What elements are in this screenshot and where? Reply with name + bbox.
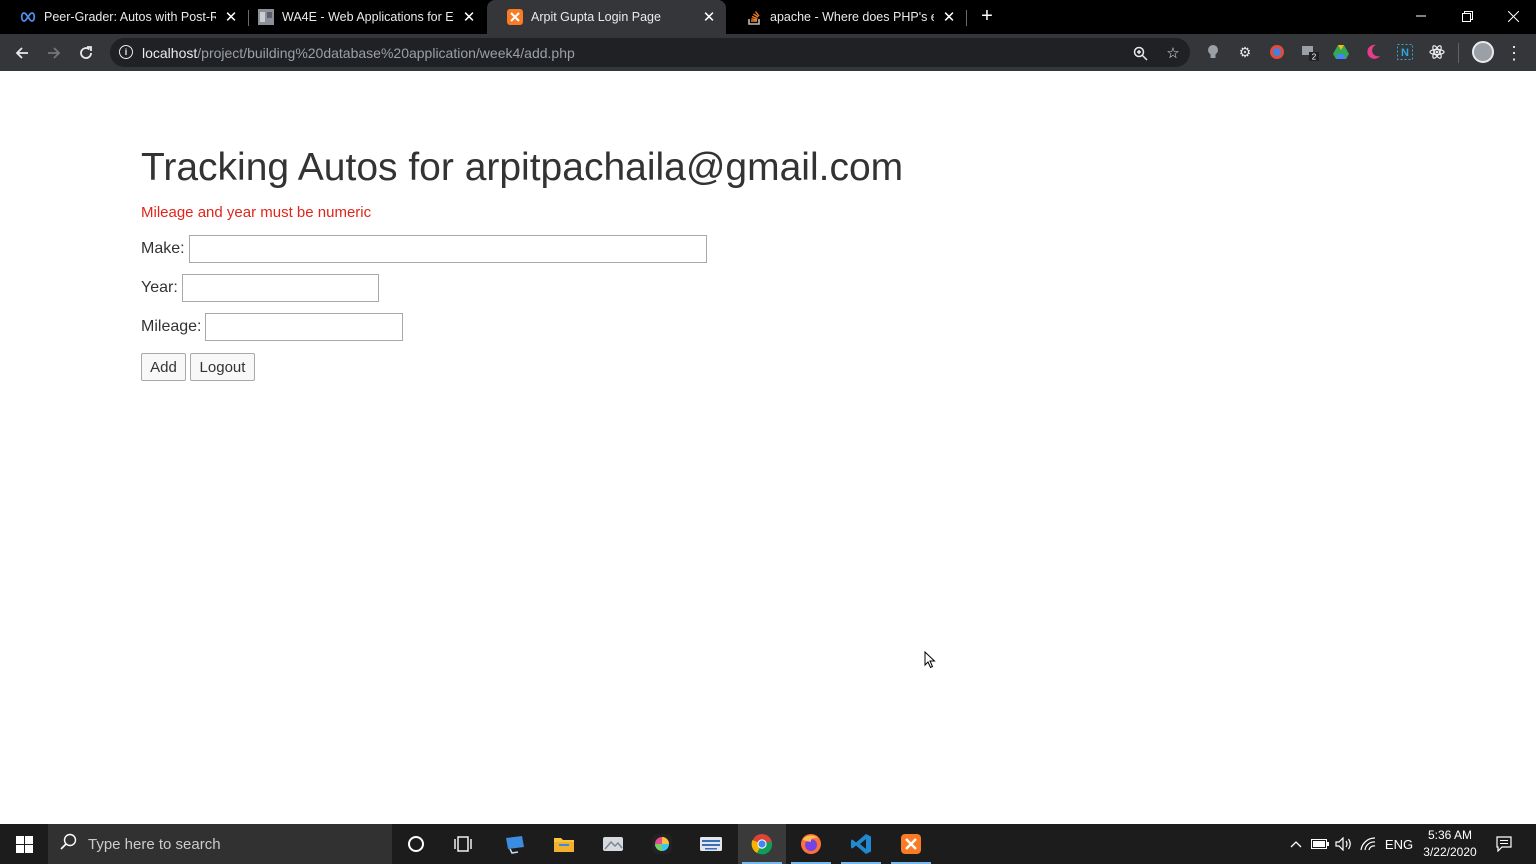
tab-peer-grader[interactable]: Peer-Grader: Autos with Post-Rec ✕ bbox=[0, 0, 248, 34]
chrome-taskbar-icon[interactable] bbox=[738, 824, 786, 864]
forward-button[interactable] bbox=[41, 40, 67, 66]
search-placeholder: Type here to search bbox=[88, 835, 221, 853]
tab-wa4e[interactable]: WA4E - Web Applications for Eve ✕ bbox=[238, 0, 486, 34]
add-button[interactable]: Add bbox=[141, 353, 186, 381]
volume-icon[interactable] bbox=[1334, 824, 1354, 864]
profile-avatar[interactable] bbox=[1472, 41, 1494, 63]
search-icon bbox=[60, 833, 80, 855]
task-view-icon[interactable] bbox=[440, 824, 488, 864]
battery-icon[interactable] bbox=[1310, 824, 1330, 864]
photos-app-icon[interactable] bbox=[589, 824, 637, 864]
make-input[interactable] bbox=[188, 235, 707, 263]
google-drive-extension-icon[interactable] bbox=[1331, 42, 1351, 62]
coursera-infinity-icon bbox=[20, 9, 36, 25]
lightbulb-extension-icon[interactable] bbox=[1203, 42, 1223, 62]
close-window-button[interactable] bbox=[1490, 0, 1536, 32]
tab-title: Arpit Gupta Login Page bbox=[531, 10, 661, 24]
cortana-icon[interactable] bbox=[392, 824, 440, 864]
mileage-row: Mileage: bbox=[141, 313, 404, 341]
address-bar[interactable]: i localhost/project/building%20database%… bbox=[110, 38, 1190, 67]
browser-toolbar: i localhost/project/building%20database%… bbox=[0, 34, 1536, 71]
toolbar-separator bbox=[1458, 43, 1459, 63]
windows-start-button[interactable] bbox=[0, 824, 48, 864]
tab-apache-stackoverflow[interactable]: apache - Where does PHP's error ✕ bbox=[726, 0, 966, 34]
logout-button[interactable]: Logout bbox=[190, 353, 255, 381]
tab-separator bbox=[966, 10, 967, 26]
clock-date: 3/22/2020 bbox=[1423, 845, 1477, 859]
taskbar-search-box[interactable]: Type here to search bbox=[48, 824, 392, 864]
system-clock[interactable]: 5:36 AM 3/22/2020 bbox=[1412, 827, 1488, 861]
gear-extension-icon[interactable]: ⚙ bbox=[1235, 42, 1255, 62]
file-explorer-icon[interactable] bbox=[540, 824, 588, 864]
url-text[interactable]: localhost/project/building%20database%20… bbox=[142, 45, 575, 61]
n-extension-icon[interactable]: N bbox=[1395, 42, 1415, 62]
close-icon[interactable]: ✕ bbox=[700, 8, 718, 26]
new-tab-button[interactable]: + bbox=[976, 5, 998, 27]
wifi-icon[interactable] bbox=[1358, 824, 1378, 864]
stackoverflow-icon bbox=[746, 9, 762, 25]
tab-title: WA4E - Web Applications for Eve bbox=[282, 10, 454, 24]
tab-counter-extension-icon[interactable]: 2 bbox=[1300, 42, 1320, 62]
clock-time: 5:36 AM bbox=[1427, 828, 1473, 842]
vscode-taskbar-icon[interactable] bbox=[837, 824, 885, 864]
make-label: Make: bbox=[141, 240, 185, 257]
firefox-taskbar-icon[interactable] bbox=[787, 824, 835, 864]
error-message: Mileage and year must be numeric bbox=[141, 204, 372, 221]
mileage-input[interactable] bbox=[205, 313, 404, 341]
year-row: Year: bbox=[141, 274, 379, 302]
translate-extension-icon[interactable] bbox=[1267, 42, 1287, 62]
browser-tab-strip: Peer-Grader: Autos with Post-Rec ✕ WA4E … bbox=[0, 0, 1536, 34]
year-label: Year: bbox=[141, 279, 178, 296]
close-icon[interactable]: ✕ bbox=[460, 8, 478, 26]
svg-text:N: N bbox=[1401, 47, 1409, 59]
page-content: Tracking Autos for arpitpachaila@gmail.c… bbox=[0, 71, 1536, 824]
zoom-icon[interactable] bbox=[1130, 43, 1150, 63]
dark-mode-moon-icon[interactable] bbox=[1363, 42, 1383, 62]
react-devtools-icon[interactable] bbox=[1427, 42, 1447, 62]
make-row: Make: bbox=[141, 235, 707, 263]
back-button[interactable] bbox=[9, 40, 35, 66]
close-icon[interactable]: ✕ bbox=[940, 8, 958, 26]
remote-desktop-icon[interactable] bbox=[491, 824, 539, 864]
year-input[interactable] bbox=[181, 274, 379, 302]
tab-title: Peer-Grader: Autos with Post-Rec bbox=[44, 10, 216, 24]
paint-3d-icon[interactable] bbox=[638, 824, 686, 864]
mileage-label: Mileage: bbox=[141, 318, 202, 335]
browser-menu-icon[interactable]: ⋮ bbox=[1504, 40, 1524, 66]
reload-button[interactable] bbox=[73, 40, 99, 66]
xampp-icon bbox=[507, 9, 523, 25]
page-title: Tracking Autos for arpitpachaila@gmail.c… bbox=[141, 146, 904, 189]
site-info-icon[interactable]: i bbox=[119, 45, 133, 59]
windows-taskbar: Type here to search ENG 5:36 AM 3/22/202… bbox=[0, 824, 1536, 864]
show-hidden-icons-chevron-icon[interactable] bbox=[1286, 824, 1306, 864]
wa4e-logo-icon bbox=[258, 9, 274, 25]
tab-title: apache - Where does PHP's error bbox=[770, 10, 934, 24]
xampp-taskbar-icon[interactable] bbox=[887, 824, 935, 864]
tab-arpit-login[interactable]: Arpit Gupta Login Page ✕ bbox=[487, 0, 726, 34]
bookmark-star-icon[interactable]: ☆ bbox=[1163, 43, 1183, 63]
extension-badge-count: 2 bbox=[1312, 53, 1317, 62]
input-language-indicator[interactable]: ENG bbox=[1384, 824, 1414, 864]
on-screen-keyboard-icon[interactable] bbox=[687, 824, 735, 864]
minimize-button[interactable] bbox=[1398, 0, 1444, 32]
action-center-icon[interactable] bbox=[1492, 824, 1516, 864]
restore-button[interactable] bbox=[1444, 0, 1490, 32]
